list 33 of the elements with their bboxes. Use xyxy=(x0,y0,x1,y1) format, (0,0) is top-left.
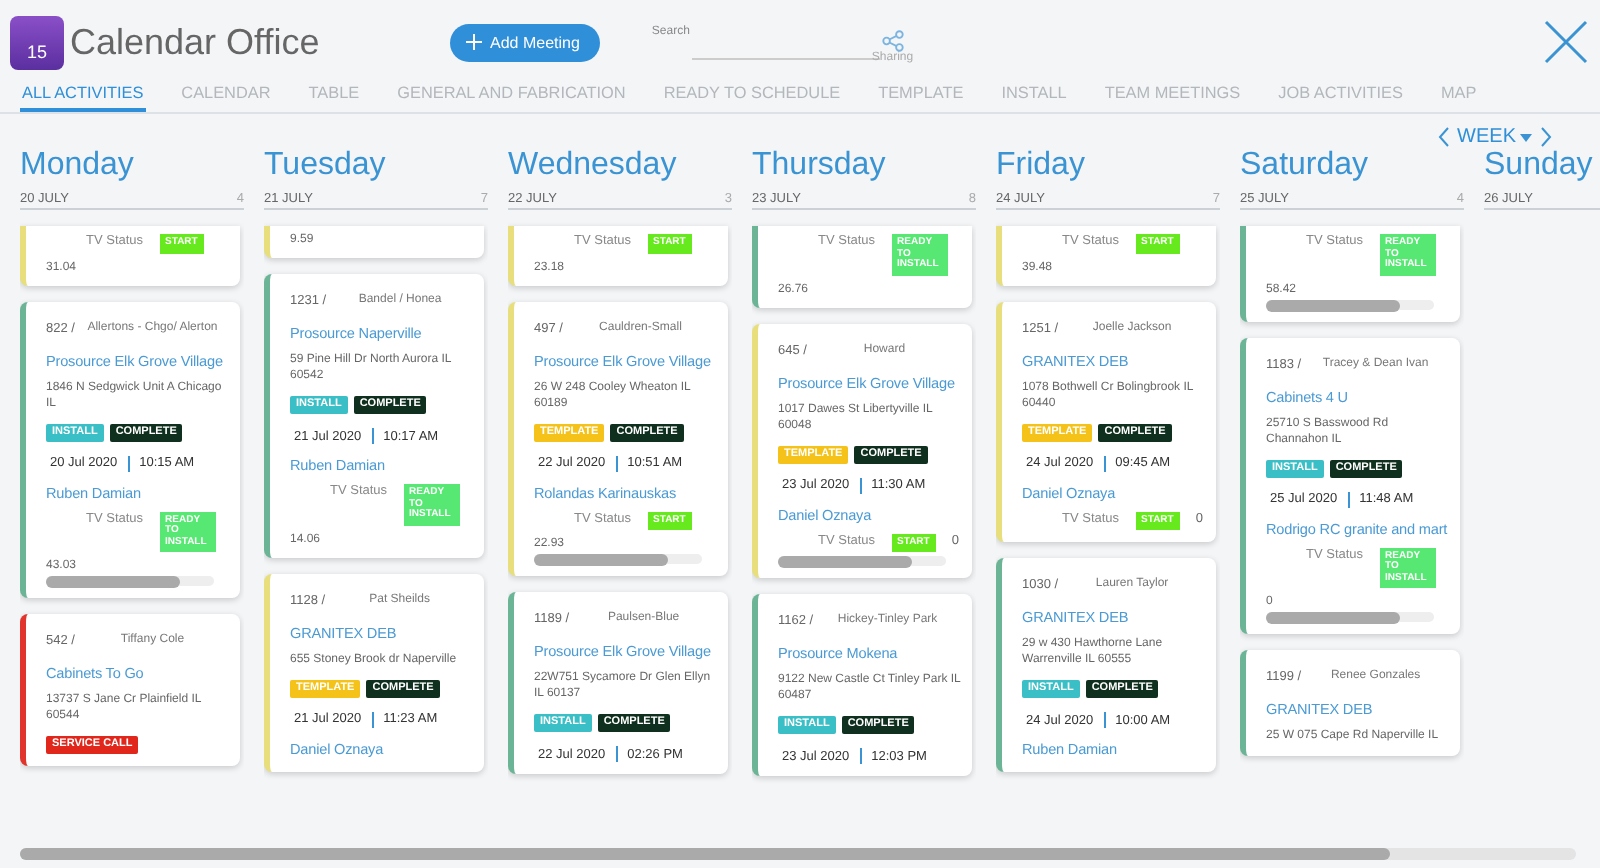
day-name: Monday xyxy=(20,148,136,184)
day-name: Tuesday xyxy=(264,148,388,184)
card-scrollbar[interactable] xyxy=(534,554,702,565)
nav-tab[interactable]: CALENDAR xyxy=(179,84,273,112)
app-logo: 15 xyxy=(10,15,64,69)
add-meeting-button[interactable]: Add Meeting xyxy=(450,23,600,61)
share-icon[interactable] xyxy=(881,29,904,51)
card-scrollbar[interactable] xyxy=(778,556,946,567)
chevron-right-icon[interactable] xyxy=(1540,126,1552,148)
nav-tab[interactable]: MAP xyxy=(1438,84,1479,112)
app-title: Calendar Office xyxy=(70,21,322,63)
nav-tab[interactable]: TEMPLATE xyxy=(876,84,966,112)
chevron-left-icon[interactable] xyxy=(1437,126,1450,148)
day-name: Saturday xyxy=(1240,148,1371,184)
nav-tab[interactable]: INSTALL xyxy=(999,84,1069,112)
card-scrollbar[interactable] xyxy=(1266,612,1434,623)
horizontal-scrollbar[interactable] xyxy=(20,848,1576,860)
card-scrollbar[interactable] xyxy=(46,576,214,587)
nav-tab[interactable]: READY TO SCHEDULE xyxy=(661,84,843,112)
caret-icon xyxy=(1520,133,1532,141)
day-name: Sunday xyxy=(1484,148,1595,184)
day-name: Thursday xyxy=(752,148,888,184)
close-icon[interactable] xyxy=(1544,20,1588,64)
day-name: Wednesday xyxy=(508,148,679,184)
card-scrollbar[interactable] xyxy=(1266,299,1434,309)
week-dropdown[interactable]: WEEK xyxy=(1457,126,1532,148)
nav-tab[interactable]: TABLE xyxy=(306,84,362,112)
nav-tab[interactable]: ALL ACTIVITIES xyxy=(20,84,146,112)
nav-tab[interactable]: TEAM MEETINGS xyxy=(1102,84,1243,112)
nav-tab[interactable]: JOB ACTIVITIES xyxy=(1276,84,1405,112)
plus-icon xyxy=(466,34,482,50)
day-name: Friday xyxy=(996,148,1087,184)
nav-tab[interactable]: GENERAL AND FABRICATION xyxy=(395,84,628,112)
